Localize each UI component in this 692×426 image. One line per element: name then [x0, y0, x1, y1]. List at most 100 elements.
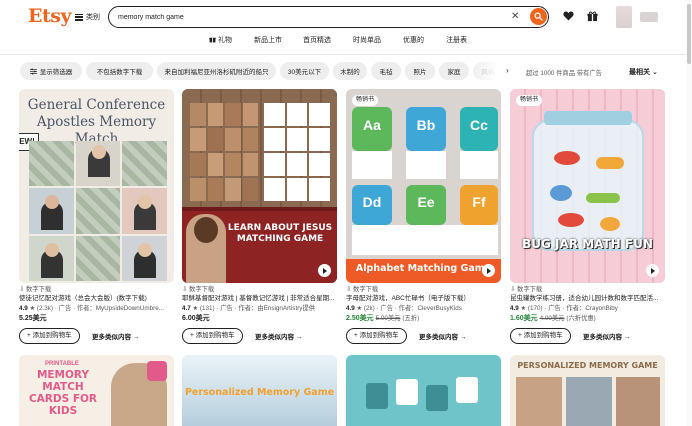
product-image[interactable]: BUG JAR MATH FUN 畅销书	[510, 89, 665, 283]
image-title: LEARN ABOUT JESUS MATCHING GAME	[227, 223, 333, 244]
nav-item-registry[interactable]: 注册表	[446, 35, 467, 45]
filter-chip[interactable]: 30美元以下	[280, 62, 329, 80]
product-price: 1.60美元 4.00美元 (六折优惠)	[510, 315, 596, 322]
download-icon: ⇩	[510, 286, 516, 293]
digital-download-label: ⇩ 数字下载	[19, 286, 52, 293]
product-rating: 4.9 ★ (170) · 广告 · 作者：CrayonBiby	[510, 305, 618, 312]
search-bar: ✕	[108, 6, 549, 28]
search-button[interactable]	[530, 8, 547, 25]
bestseller-badge: 畅销书	[352, 95, 379, 106]
digital-download-label: ⇩ 数字下载	[510, 286, 543, 293]
filter-chip[interactable]: 不包括数字下载	[86, 62, 153, 80]
image-title: MEMORY MATCH CARDS FOR KIDS	[28, 369, 98, 417]
nav-item-deals[interactable]: 优惠的	[403, 35, 424, 45]
product-meta: ⇩ 数字下载 使徒记忆配对游戏（总会大会版）(数字下载) 4.9 ★ (2.3k…	[19, 286, 189, 324]
product-image[interactable]: PERSONALIZED MEMORY GAME	[510, 355, 665, 426]
image-title: BUG JAR MATH FUN	[522, 237, 653, 251]
category-nav: 礼物 新品上市 首页精选 时尚单品 优惠的 注册表	[0, 34, 692, 48]
filter-chip[interactable]: 来自加利福尼亚州洛杉矶附近的船只	[157, 62, 276, 80]
product-meta: ⇩ 数字下载 昆虫罐数学练习册，适合幼儿园计数和数字匹配活... 4.9 ★ (…	[510, 286, 680, 324]
etsy-logo[interactable]: Etsy	[28, 5, 72, 27]
filter-chip[interactable]: 照片	[405, 62, 435, 80]
nav-item-home[interactable]: 首页精选	[303, 35, 331, 45]
sort-dropdown[interactable]: 最相关 ⌄	[629, 67, 658, 77]
divider	[0, 54, 692, 55]
product-image[interactable]: Personalized Memory Game	[182, 355, 337, 426]
product-image[interactable]	[346, 355, 501, 426]
search-input[interactable]	[118, 10, 498, 24]
memory-grid	[29, 141, 167, 281]
more-like-this-link[interactable]: 更多类似内容 →	[92, 331, 139, 341]
product-rating: 4.9 ★ (2.3k) · 广告 · 作者：MyUpsideDownUmbre…	[19, 305, 164, 312]
product-image[interactable]: LEARN ABOUT JESUS MATCHING GAME	[182, 89, 337, 283]
card-actions: + 添加到购物车 更多类似内容 →	[510, 328, 670, 346]
nav-item-new[interactable]: 新品上市	[254, 35, 282, 45]
clear-icon[interactable]: ✕	[511, 10, 519, 24]
product-title[interactable]: 字母配对游戏，ABC忙碌书（电子版下载）	[346, 294, 516, 304]
filter-icon	[29, 68, 37, 74]
add-to-cart-button[interactable]: + 添加到购物车	[510, 328, 571, 344]
add-to-cart-button[interactable]: + 添加到购物车	[182, 328, 243, 344]
avatar[interactable]	[616, 6, 632, 28]
show-filters-button[interactable]: 显示筛选器	[20, 62, 82, 80]
more-like-this-link[interactable]: 更多类似内容 →	[419, 331, 466, 341]
show-filters-label: 显示筛选器	[39, 69, 73, 76]
more-like-this-link[interactable]: 更多类似内容 →	[583, 331, 630, 341]
results-count: 超过 1000 件商品 带有广告	[526, 70, 602, 77]
product-price: 6.00美元	[182, 315, 210, 322]
filter-chip[interactable]: 木制的	[333, 62, 367, 80]
image-title: PERSONALIZED MEMORY GAME	[517, 361, 658, 370]
add-to-cart-button[interactable]: + 添加到购物车	[19, 328, 80, 344]
bestseller-badge: 畅销书	[516, 95, 543, 106]
product-rating: 4.7 ★ (131) · 广告 · 作者：由EnsignArtistry提供	[182, 305, 316, 312]
download-icon: ⇩	[346, 286, 352, 293]
card-actions: + 添加到购物车 更多类似内容 →	[19, 328, 179, 346]
star-icon: ★	[192, 305, 199, 312]
heart-icon[interactable]	[563, 11, 574, 23]
account-icon[interactable]	[640, 12, 658, 22]
menu-icon	[75, 13, 83, 21]
card-actions: + 添加到购物车 更多类似内容 →	[346, 328, 506, 346]
product-meta: ⇩ 数字下载 字母配对游戏，ABC忙碌书（电子版下载） 4.9 ★ (2k) ·…	[346, 286, 516, 324]
product-rating: 4.9 ★ (2k) · 广告 · 作者：CleverBusyKids	[346, 305, 462, 312]
star-icon: ★	[520, 305, 527, 312]
product-image[interactable]: Aa Bb Cc Dd Ee Ff Alphabet Matching Game…	[346, 89, 501, 283]
image-title: Personalized Memory Game	[184, 387, 335, 398]
scrollbar[interactable]	[686, 0, 692, 426]
gift-icon	[209, 37, 216, 43]
card-actions: + 添加到购物车 更多类似内容 →	[182, 328, 342, 346]
search-icon	[534, 12, 543, 21]
add-to-cart-button[interactable]: + 添加到购物车	[346, 328, 407, 344]
gift-icon[interactable]	[587, 11, 598, 24]
product-price: 2.50美元 5.00美元 (五折)	[346, 315, 420, 322]
nav-item-gifts[interactable]: 礼物	[209, 35, 232, 45]
chevron-right-icon[interactable]: ›	[506, 66, 509, 75]
nav-item-fashion[interactable]: 时尚单品	[353, 35, 381, 45]
filter-chip[interactable]: 毛毡	[371, 62, 401, 80]
play-icon[interactable]	[318, 264, 331, 277]
filter-bar: 显示筛选器 不包括数字下载 来自加利福尼亚州洛杉矶附近的船只 30美元以下 木制…	[0, 60, 692, 82]
categories-button[interactable]: 类别	[75, 12, 100, 22]
product-image[interactable]: General Conference Apostles Memory Match…	[19, 89, 174, 283]
digital-download-label: ⇩ 数字下载	[182, 286, 215, 293]
product-title[interactable]: 耶稣基督配对游戏 | 基督教记忆游戏 | 非常适合星期...	[182, 294, 352, 304]
play-icon[interactable]	[482, 264, 495, 277]
product-meta: ⇩ 数字下载 耶稣基督配对游戏 | 基督教记忆游戏 | 非常适合星期... 4.…	[182, 286, 352, 324]
chip-fade	[470, 60, 510, 82]
chevron-down-icon: ⌄	[651, 69, 658, 76]
categories-label: 类别	[86, 14, 100, 21]
product-title[interactable]: 昆虫罐数学练习册，适合幼儿园计数和数字匹配活...	[510, 294, 666, 304]
image-title: Alphabet Matching Game	[355, 263, 492, 274]
filter-chip[interactable]: 家庭	[439, 62, 469, 80]
product-image[interactable]: PRINTABLE MEMORY MATCH CARDS FOR KIDS	[19, 355, 174, 426]
image-subtitle: PRINTABLE	[45, 361, 79, 367]
star-icon: ★	[356, 305, 363, 312]
download-icon: ⇩	[182, 286, 188, 293]
download-icon: ⇩	[19, 286, 25, 293]
product-price: 5.25美元	[19, 315, 47, 322]
play-icon[interactable]	[646, 264, 659, 277]
digital-download-label: ⇩ 数字下载	[346, 286, 379, 293]
star-icon: ★	[29, 305, 36, 312]
product-title[interactable]: 使徒记忆配对游戏（总会大会版）(数字下载)	[19, 294, 189, 304]
more-like-this-link[interactable]: 更多类似内容 →	[255, 331, 302, 341]
